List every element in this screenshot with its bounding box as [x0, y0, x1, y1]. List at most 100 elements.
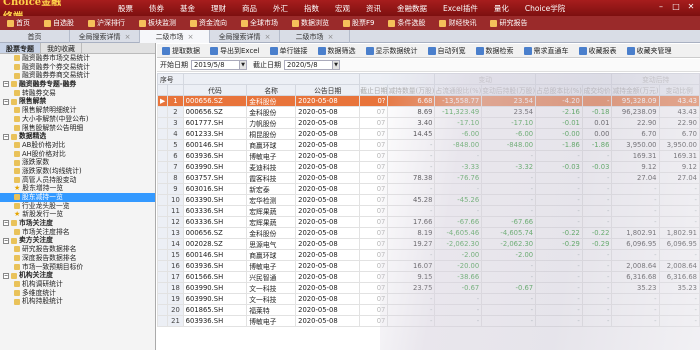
document-tab[interactable]: 二级市场 × [140, 30, 210, 43]
close-icon[interactable]: × [265, 33, 271, 41]
table-cell[interactable]: 9.15 [387, 271, 436, 283]
table-cell[interactable]: -4,605.74 [481, 227, 537, 239]
cell-name[interactable]: 商赢环球 [246, 139, 297, 151]
quick-tool-button[interactable]: 财经快讯 [432, 18, 483, 28]
cell-code[interactable]: 002028.SZ [182, 238, 248, 250]
menu-item[interactable]: 指数 [296, 3, 327, 14]
table-cell[interactable]: - [581, 95, 613, 107]
table-cell[interactable]: 6,316.68 [658, 271, 700, 283]
table-cell[interactable]: - [481, 260, 537, 272]
table-cell[interactable]: 07 [359, 249, 389, 261]
cell-name[interactable]: 博敏电子 [246, 150, 297, 162]
table-cell[interactable]: 9.12 [611, 161, 660, 173]
quick-tool-button[interactable]: 条件选股 [381, 18, 432, 28]
table-cell[interactable]: - [581, 172, 613, 184]
column-header[interactable]: 代码 [182, 84, 248, 96]
table-row[interactable]: 12 603336.SH 宏辉果蔬 2020-05-08 07 17.66 -67.66 -6… [157, 216, 700, 228]
cell-date[interactable]: 2020-05-08 [295, 106, 361, 118]
table-cell[interactable]: 6.70 [611, 128, 660, 140]
table-cell[interactable]: 22.90 [611, 117, 660, 129]
cell-code[interactable]: 603990.SH [182, 293, 248, 305]
cell-code[interactable]: 603336.SH [182, 205, 248, 217]
table-cell[interactable]: -0.67 [434, 282, 483, 294]
table-cell[interactable]: 43.43 [658, 95, 700, 107]
table-cell[interactable]: -1.86 [535, 139, 583, 151]
sidebar-item[interactable]: 深度报告数据排名 [0, 254, 155, 263]
table-cell[interactable]: - [581, 249, 613, 261]
menu-item[interactable]: 债券 [141, 3, 172, 14]
table-cell[interactable]: - [387, 183, 436, 195]
menu-item[interactable]: 量化 [486, 3, 517, 14]
table-cell[interactable]: 23.54 [481, 106, 537, 118]
tab-stock-topics[interactable]: 股票专题 [0, 43, 41, 53]
table-cell[interactable]: - [535, 304, 583, 316]
action-button[interactable]: 数据检索 [471, 46, 519, 56]
table-cell[interactable]: 43.43 [658, 106, 700, 118]
table-cell[interactable]: -6.00 [434, 128, 483, 140]
table-cell[interactable]: - [535, 183, 583, 195]
cell-date[interactable]: 2020-05-08 [295, 304, 361, 316]
table-row[interactable]: 9 603016.SH 新宏泰 2020-05-08 07- - - - - - - [157, 183, 700, 195]
cell-code[interactable]: 600146.SH [182, 139, 248, 151]
table-row[interactable]: 17 601566.SH 兴民智通 2020-05-08 07 9.15 -38.66- - -… [157, 271, 700, 283]
cell-code[interactable]: 603936.SH [182, 260, 248, 272]
table-cell[interactable]: -848.00 [434, 139, 483, 151]
sidebar-item[interactable]: AH股价格对比 [0, 150, 155, 159]
document-tab[interactable]: 二级市场 × [280, 30, 350, 43]
table-cell[interactable]: 0? [359, 95, 389, 107]
column-header[interactable]: 占流通股比(%) [434, 84, 483, 96]
sidebar-item[interactable]: 市场一致预期目标价 [0, 263, 155, 272]
cell-date[interactable]: 2020-05-08 [295, 293, 361, 305]
menu-item[interactable]: 外汇 [265, 3, 296, 14]
table-cell[interactable]: -17.10 [434, 117, 483, 129]
table-cell[interactable]: 23.54 [481, 95, 537, 107]
table-cell[interactable]: - [387, 315, 436, 327]
table-cell[interactable]: -3.33 [434, 161, 483, 173]
cell-name[interactable]: 宏华检测 [246, 194, 297, 206]
menu-item[interactable]: Excel插件 [435, 3, 486, 14]
sidebar-item[interactable]: − 融资融券专题-融券 [0, 80, 155, 89]
table-cell[interactable]: -0.00 [535, 128, 583, 140]
cell-date[interactable]: 2020-05-08 [295, 282, 361, 294]
table-cell[interactable]: - [535, 150, 583, 162]
table-cell[interactable]: - [581, 183, 613, 195]
table-cell[interactable]: - [658, 249, 700, 261]
sidebar-item[interactable]: ★ 股东增持一览 [0, 184, 155, 193]
table-cell[interactable]: -0.22 [535, 227, 583, 239]
table-row[interactable]: 5 600146.SH 商赢环球 2020-05-08 07- -848.00 -848.0… [157, 139, 700, 151]
table-cell[interactable]: - [658, 194, 700, 206]
menu-item[interactable]: 宏观 [327, 3, 358, 14]
cell-date[interactable]: 2020-05-08 [295, 183, 361, 195]
table-cell[interactable]: - [535, 172, 583, 184]
table-cell[interactable]: 07 [359, 271, 389, 283]
table-cell[interactable]: 07 [359, 172, 389, 184]
table-row[interactable]: 8 603757.SH 霞客科技 2020-05-08 07 78.38 -76.76- - -… [157, 172, 700, 184]
table-cell[interactable]: - [611, 249, 660, 261]
table-row[interactable]: 18 603990.SH 文一科技 2020-05-08 07 23.75 -0.67 -0.… [157, 282, 700, 294]
tab-my-favorites[interactable]: 我的收藏 [41, 43, 82, 53]
cell-code[interactable]: 603757.SH [182, 172, 248, 184]
table-cell[interactable]: - [434, 183, 483, 195]
table-cell[interactable]: 3,950.00 [658, 139, 700, 151]
cell-name[interactable]: 福莱特 [246, 304, 297, 316]
menu-item[interactable]: 商品 [234, 3, 265, 14]
table-cell[interactable]: -3.32 [481, 161, 537, 173]
table-cell[interactable]: - [481, 293, 537, 305]
cell-name[interactable]: 新宏泰 [246, 183, 297, 195]
sidebar-item[interactable]: − 卖方关注度 [0, 236, 155, 245]
table-cell[interactable]: -13,558.77 [434, 95, 483, 107]
table-cell[interactable]: - [581, 216, 613, 228]
cell-date[interactable]: 2020-05-08 [295, 117, 361, 129]
table-cell[interactable]: - [481, 150, 537, 162]
table-cell[interactable]: 95,328.09 [611, 95, 660, 107]
expand-toggle-icon[interactable]: − [3, 81, 9, 88]
table-cell[interactable]: - [581, 282, 613, 294]
table-cell[interactable]: -67.66 [434, 216, 483, 228]
table-cell[interactable]: 07 [359, 161, 389, 173]
table-row[interactable]: 10 603390.SH 宏华检测 2020-05-08 07 45.28 -45.26- -… [157, 194, 700, 206]
table-cell[interactable]: 07 [359, 128, 389, 140]
table-cell[interactable]: 6,096.95 [611, 238, 660, 250]
expand-toggle-icon[interactable]: − [3, 220, 9, 227]
table-cell[interactable]: - [581, 205, 613, 217]
table-cell[interactable]: - [611, 205, 660, 217]
